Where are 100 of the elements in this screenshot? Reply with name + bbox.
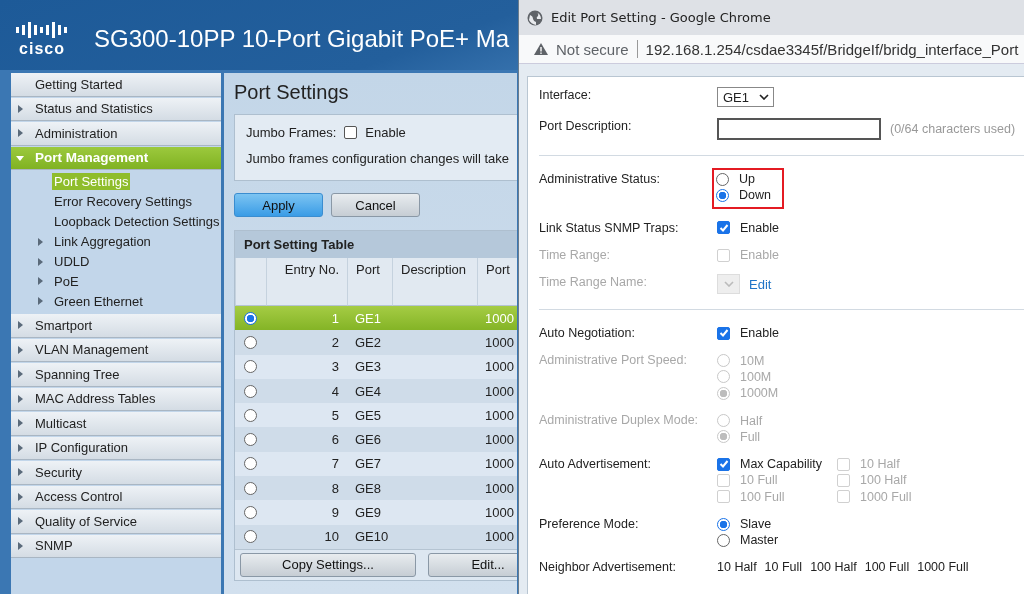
sidebar-subitem[interactable]: Link Aggregation — [11, 231, 221, 252]
radio-button[interactable] — [244, 457, 257, 471]
field-label: Administrative Status: — [539, 171, 661, 187]
caret-icon — [16, 468, 24, 477]
table-cell-text: GE6 — [354, 431, 382, 450]
app-title: SG300-10PP 10-Port Gigabit PoE+ Ma — [94, 25, 510, 53]
sidebar-item[interactable]: Spanning Tree — [11, 363, 221, 387]
url-text: 192.168.1.254/csdae3345f/BridgeIf/bridg_interface_Port — [645, 40, 1019, 58]
option-label: 100M — [740, 369, 772, 384]
sidebar-subitem[interactable]: Loopback Detection Settings — [11, 211, 221, 232]
text-field[interactable] — [717, 118, 881, 140]
radio-button[interactable] — [244, 530, 257, 544]
table-cell-text: GE8 — [354, 479, 382, 498]
apply-button[interactable]: Apply — [234, 193, 323, 217]
sidebar-subitem[interactable]: PoE — [11, 271, 221, 292]
radio-button[interactable] — [244, 360, 257, 374]
sidebar-item[interactable]: Status and Statistics — [11, 97, 221, 121]
sidebar-item[interactable]: MAC Address Tables — [11, 387, 221, 412]
table-cell-text: 1000 — [484, 382, 515, 401]
option-label: Enable — [740, 326, 779, 341]
option-label: 10 Full — [740, 473, 778, 488]
table-cell-text: GE5 — [354, 406, 382, 425]
option-label: Down — [739, 188, 771, 203]
option-label: 1000 Full — [860, 489, 912, 504]
option-label: 10 Half — [860, 457, 900, 472]
caret-icon — [16, 395, 24, 403]
field-label: Administrative Port Speed: — [539, 352, 688, 369]
hint-text: (0/64 characters used) — [890, 122, 1016, 136]
sidebar-item[interactable]: SNMP — [11, 534, 221, 559]
caret-icon — [16, 370, 24, 379]
field-label: Neighbor Advertisement: — [539, 559, 677, 576]
checkbox[interactable] — [344, 126, 358, 139]
sidebar-subitem[interactable]: Error Recovery Settings — [11, 191, 221, 212]
table-cell-text: GE10 — [354, 528, 390, 547]
caret-icon — [16, 493, 24, 501]
caret-icon — [36, 277, 44, 286]
caret-icon — [16, 104, 24, 113]
table-cell-text: 8 — [330, 479, 340, 498]
edit-button[interactable]: Edit... — [428, 552, 517, 577]
value-text: 1000 Full — [917, 559, 969, 576]
radio-button[interactable] — [244, 433, 257, 447]
table-row[interactable]: 10 GE10 1000 — [235, 524, 517, 549]
option-label: Enable — [365, 125, 406, 140]
sidebar-item[interactable]: Multicast — [11, 412, 221, 436]
sidebar-subitem[interactable]: Green Ethernet — [11, 291, 221, 312]
radio-button[interactable] — [244, 481, 257, 495]
table-row[interactable]: 8 GE8 1000 — [235, 476, 517, 501]
table-row[interactable]: 6 GE6 1000 — [235, 427, 517, 452]
option-label: Half — [740, 413, 763, 428]
table-cell-text: 6 — [330, 431, 340, 450]
chevron-icon — [723, 281, 734, 288]
caret-icon — [36, 237, 44, 246]
column-header: Port — [347, 258, 392, 306]
sidebar-item[interactable]: Getting Started — [11, 73, 221, 97]
field-label: Time Range: — [539, 246, 612, 263]
option-label: 1000M — [740, 386, 779, 401]
window-title: Edit Port Setting - Google Chrome — [551, 10, 771, 25]
dropdown[interactable]: GE1 — [717, 87, 774, 107]
option-label: Master — [740, 533, 779, 548]
radio-button[interactable] — [244, 408, 257, 422]
checkbox[interactable] — [717, 221, 730, 235]
copy-settings-button[interactable]: Copy Settings... — [240, 552, 416, 577]
radio-button[interactable] — [717, 517, 730, 531]
radio-button[interactable] — [716, 172, 729, 186]
sidebar-item[interactable]: IP Configuration — [11, 436, 221, 461]
radio-button[interactable] — [244, 311, 257, 325]
radio-button[interactable] — [244, 384, 257, 398]
caret-icon — [36, 257, 44, 266]
table-row[interactable]: 4 GE4 1000 — [235, 378, 517, 404]
radio-button[interactable] — [717, 533, 730, 547]
table-cell-text: 1000 — [484, 504, 515, 522]
checkbox[interactable] — [717, 457, 730, 471]
option-label: 10M — [740, 353, 765, 368]
table-cell-text: 1000 — [484, 431, 515, 450]
sidebar-item[interactable]: Smartport — [11, 314, 221, 338]
value-text: 10 Half — [717, 559, 757, 576]
sidebar-item[interactable]: Administration — [11, 122, 221, 146]
caret-icon — [16, 153, 24, 162]
field-label: Link Status SNMP Traps: — [539, 219, 680, 236]
caret-icon — [36, 297, 44, 306]
sidebar-item[interactable]: Security — [11, 461, 221, 485]
table-cell-text: 9 — [330, 504, 340, 522]
table-cell-text: 1000 — [484, 528, 515, 547]
column-header: Port — [477, 258, 517, 306]
table-cell-text: 1000 — [484, 358, 515, 377]
table-cell-text: 3 — [330, 358, 340, 377]
value-text: 10 Full — [764, 559, 803, 576]
sidebar-item[interactable]: VLAN Management — [11, 338, 221, 363]
option-label: Enable — [740, 248, 779, 263]
checkbox[interactable] — [717, 326, 730, 340]
option-label: Max Capability — [740, 457, 822, 472]
radio-button[interactable] — [244, 335, 257, 349]
radio-button[interactable] — [244, 506, 257, 519]
cancel-button[interactable]: Cancel — [331, 193, 420, 217]
sidebar-item[interactable]: Quality of Service — [11, 510, 221, 534]
sidebar-subitem[interactable]: UDLD — [11, 251, 221, 272]
sidebar-item[interactable]: Access Control — [11, 485, 221, 510]
table-cell-text: 2 — [330, 333, 340, 352]
radio-button[interactable] — [716, 188, 729, 202]
table-row[interactable]: 2 GE2 1000 — [235, 330, 517, 355]
